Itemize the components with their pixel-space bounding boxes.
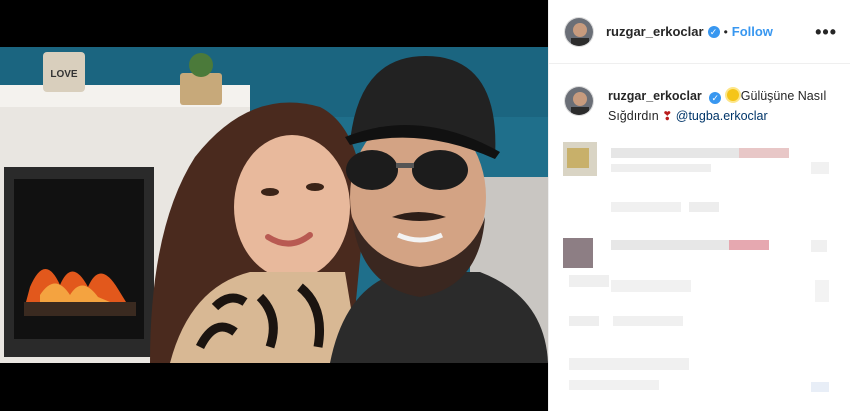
instagram-post-screenshot: LOVE ruzgar_erkoclar ✓ • Follow ••• ruzg…: [0, 0, 850, 411]
verified-badge-icon: ✓: [707, 25, 720, 38]
love-sign-text: LOVE: [50, 69, 78, 80]
pixelated-comments: [563, 142, 829, 392]
follow-button[interactable]: Follow: [732, 24, 773, 39]
verified-badge-icon: ✓: [709, 92, 722, 104]
sun-emoji-icon: [726, 89, 739, 101]
post-sidebar: ruzgar_erkoclar ✓ • Follow ••• ruzgar_er…: [548, 0, 850, 411]
post-photo[interactable]: LOVE: [0, 47, 548, 363]
caption-username[interactable]: ruzgar_erkoclar: [608, 89, 702, 103]
separator-dot: •: [723, 24, 728, 39]
header-username[interactable]: ruzgar_erkoclar: [606, 24, 704, 39]
mention-link[interactable]: @tugba.erkoclar: [676, 109, 768, 123]
couple-selfie-image: LOVE: [0, 47, 548, 363]
post-media[interactable]: LOVE: [0, 0, 548, 411]
post-header: ruzgar_erkoclar ✓ • Follow •••: [549, 0, 850, 64]
post-caption: ruzgar_erkoclar ✓ Gülüşüne Nasıl Sığdırd…: [564, 86, 834, 126]
rose-emoji-icon: ❣: [662, 109, 673, 123]
avatar[interactable]: [564, 16, 594, 47]
more-options-icon[interactable]: •••: [815, 22, 837, 43]
caption-avatar[interactable]: [564, 86, 594, 116]
caption-text-block: ruzgar_erkoclar ✓ Gülüşüne Nasıl Sığdırd…: [608, 86, 834, 126]
